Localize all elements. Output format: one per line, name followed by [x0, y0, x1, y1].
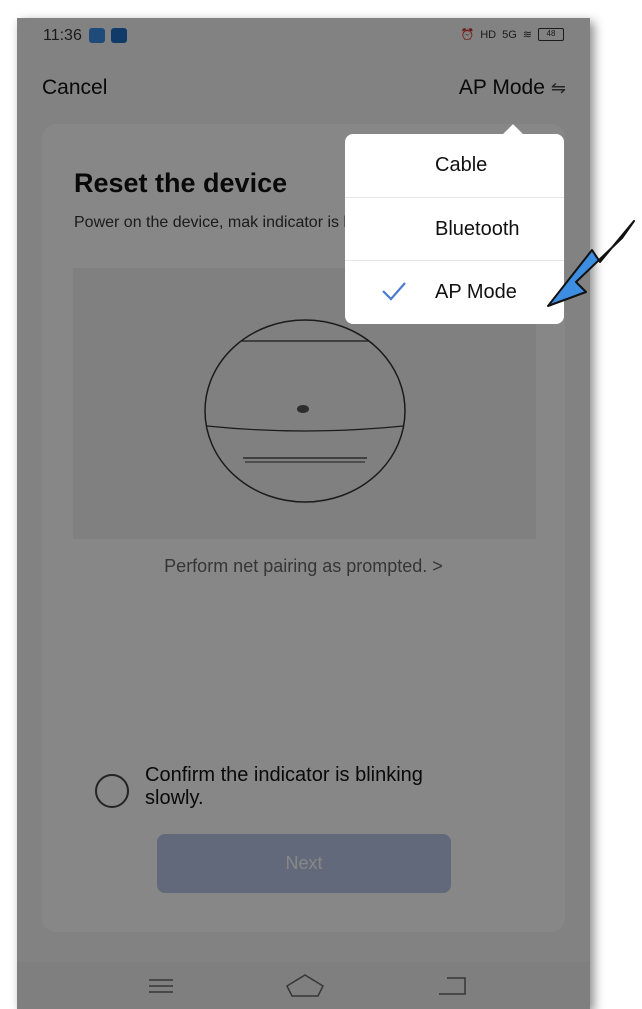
phone-screen: 11:36 ⏰ HD 5G ≋ 48 Cancel AP Mode ⇋ Reset…: [17, 18, 590, 1009]
menu-item-bluetooth[interactable]: Bluetooth: [345, 197, 564, 260]
menu-item-label: Bluetooth: [435, 218, 520, 240]
menu-item-ap-mode[interactable]: AP Mode: [345, 260, 564, 323]
mode-menu-popup: Cable Bluetooth AP Mode: [345, 124, 564, 324]
menu-item-label: Cable: [435, 154, 488, 176]
menu-item-cable[interactable]: Cable: [345, 134, 564, 197]
menu-item-label: AP Mode: [435, 281, 517, 303]
checkmark-icon: [382, 282, 406, 301]
